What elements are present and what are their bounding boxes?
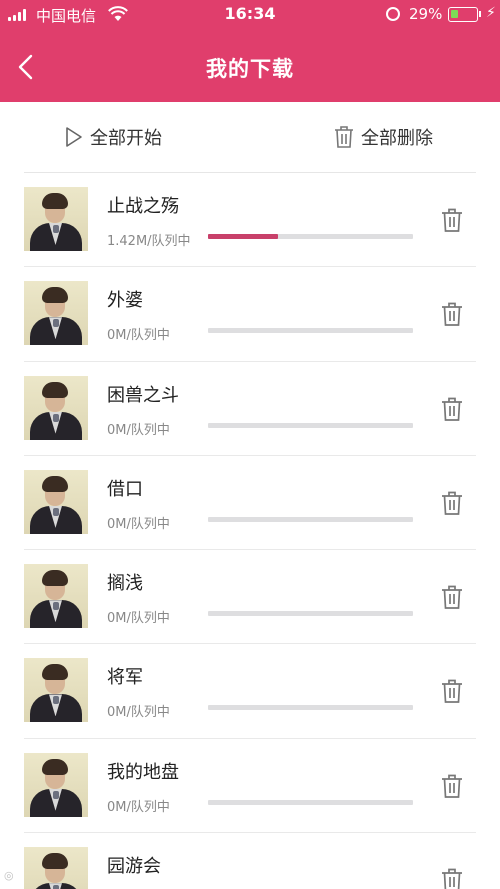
progress-bar — [208, 799, 413, 805]
download-status: 0M/队列中 — [107, 516, 170, 532]
song-title: 外婆 — [107, 290, 143, 312]
watermark: ◎ — [4, 869, 14, 882]
delete-item-button[interactable] — [440, 490, 464, 516]
download-item[interactable]: 园游会 — [24, 833, 476, 889]
progress-fill — [208, 234, 278, 239]
delete-all-button[interactable]: 全部删除 — [333, 124, 433, 150]
download-list: 止战之殇 1.42M/队列中 外婆 0M/队列中 困兽之斗 0M/队列中 借口 … — [0, 173, 500, 889]
progress-bar — [208, 705, 413, 711]
album-cover — [24, 375, 88, 440]
song-title: 将军 — [107, 667, 143, 689]
start-all-button[interactable]: 全部开始 — [64, 124, 162, 150]
download-item[interactable]: 止战之殇 1.42M/队列中 — [24, 173, 476, 268]
battery-tip — [479, 11, 481, 17]
delete-item-button[interactable] — [440, 678, 464, 704]
battery-level — [451, 10, 458, 18]
delete-item-button[interactable] — [440, 396, 464, 422]
album-cover — [24, 752, 88, 817]
progress-bar — [208, 422, 413, 428]
song-title: 我的地盘 — [107, 761, 179, 783]
download-status: 0M/队列中 — [107, 705, 170, 721]
charging-icon: ⚡ — [486, 5, 496, 21]
song-title: 借口 — [107, 478, 143, 500]
play-icon — [66, 127, 82, 147]
progress-bar — [208, 234, 413, 239]
download-status: 0M/队列中 — [107, 328, 170, 344]
status-bar: 中国电信 16:34 29% ⚡ — [0, 0, 500, 30]
start-all-label: 全部开始 — [90, 128, 162, 149]
album-cover — [24, 187, 88, 251]
song-title: 搁浅 — [107, 573, 143, 595]
download-toolbar: 全部开始 全部删除 — [0, 102, 500, 172]
download-item[interactable]: 搁浅 0M/队列中 — [24, 550, 476, 645]
album-cover — [24, 281, 88, 346]
download-status: 0M/队列中 — [107, 422, 170, 438]
delete-item-button[interactable] — [440, 207, 464, 233]
download-status: 0M/队列中 — [107, 799, 170, 815]
app-header: 中国电信 16:34 29% ⚡ 我的下载 — [0, 0, 500, 102]
delete-item-button[interactable] — [440, 867, 464, 889]
progress-bar — [208, 516, 413, 522]
download-item[interactable]: 将军 0M/队列中 — [24, 644, 476, 739]
song-title: 困兽之斗 — [107, 384, 179, 406]
battery-icon — [448, 7, 478, 22]
rotation-lock-icon — [386, 7, 400, 21]
download-item[interactable]: 外婆 0M/队列中 — [24, 267, 476, 362]
album-cover — [24, 564, 88, 629]
battery-percent: 29% — [409, 5, 443, 23]
page-title: 我的下载 — [206, 57, 294, 81]
song-title: 园游会 — [107, 856, 161, 878]
download-item[interactable]: 困兽之斗 0M/队列中 — [24, 362, 476, 456]
delete-item-button[interactable] — [440, 773, 464, 799]
album-cover — [24, 469, 88, 534]
album-cover — [24, 658, 88, 723]
album-cover — [24, 847, 88, 889]
progress-bar — [208, 328, 413, 334]
song-title: 止战之殇 — [107, 196, 179, 217]
delete-all-label: 全部删除 — [361, 128, 433, 149]
delete-item-button[interactable] — [440, 301, 464, 327]
download-status: 0M/队列中 — [107, 611, 170, 627]
download-item[interactable]: 我的地盘 0M/队列中 — [24, 739, 476, 834]
download-status: 1.42M/队列中 — [107, 234, 191, 249]
delete-item-button[interactable] — [440, 584, 464, 610]
progress-bar — [208, 611, 413, 617]
download-item[interactable]: 借口 0M/队列中 — [24, 456, 476, 551]
trash-icon — [335, 126, 353, 148]
watermark-logo-icon: ◎ — [4, 869, 14, 882]
